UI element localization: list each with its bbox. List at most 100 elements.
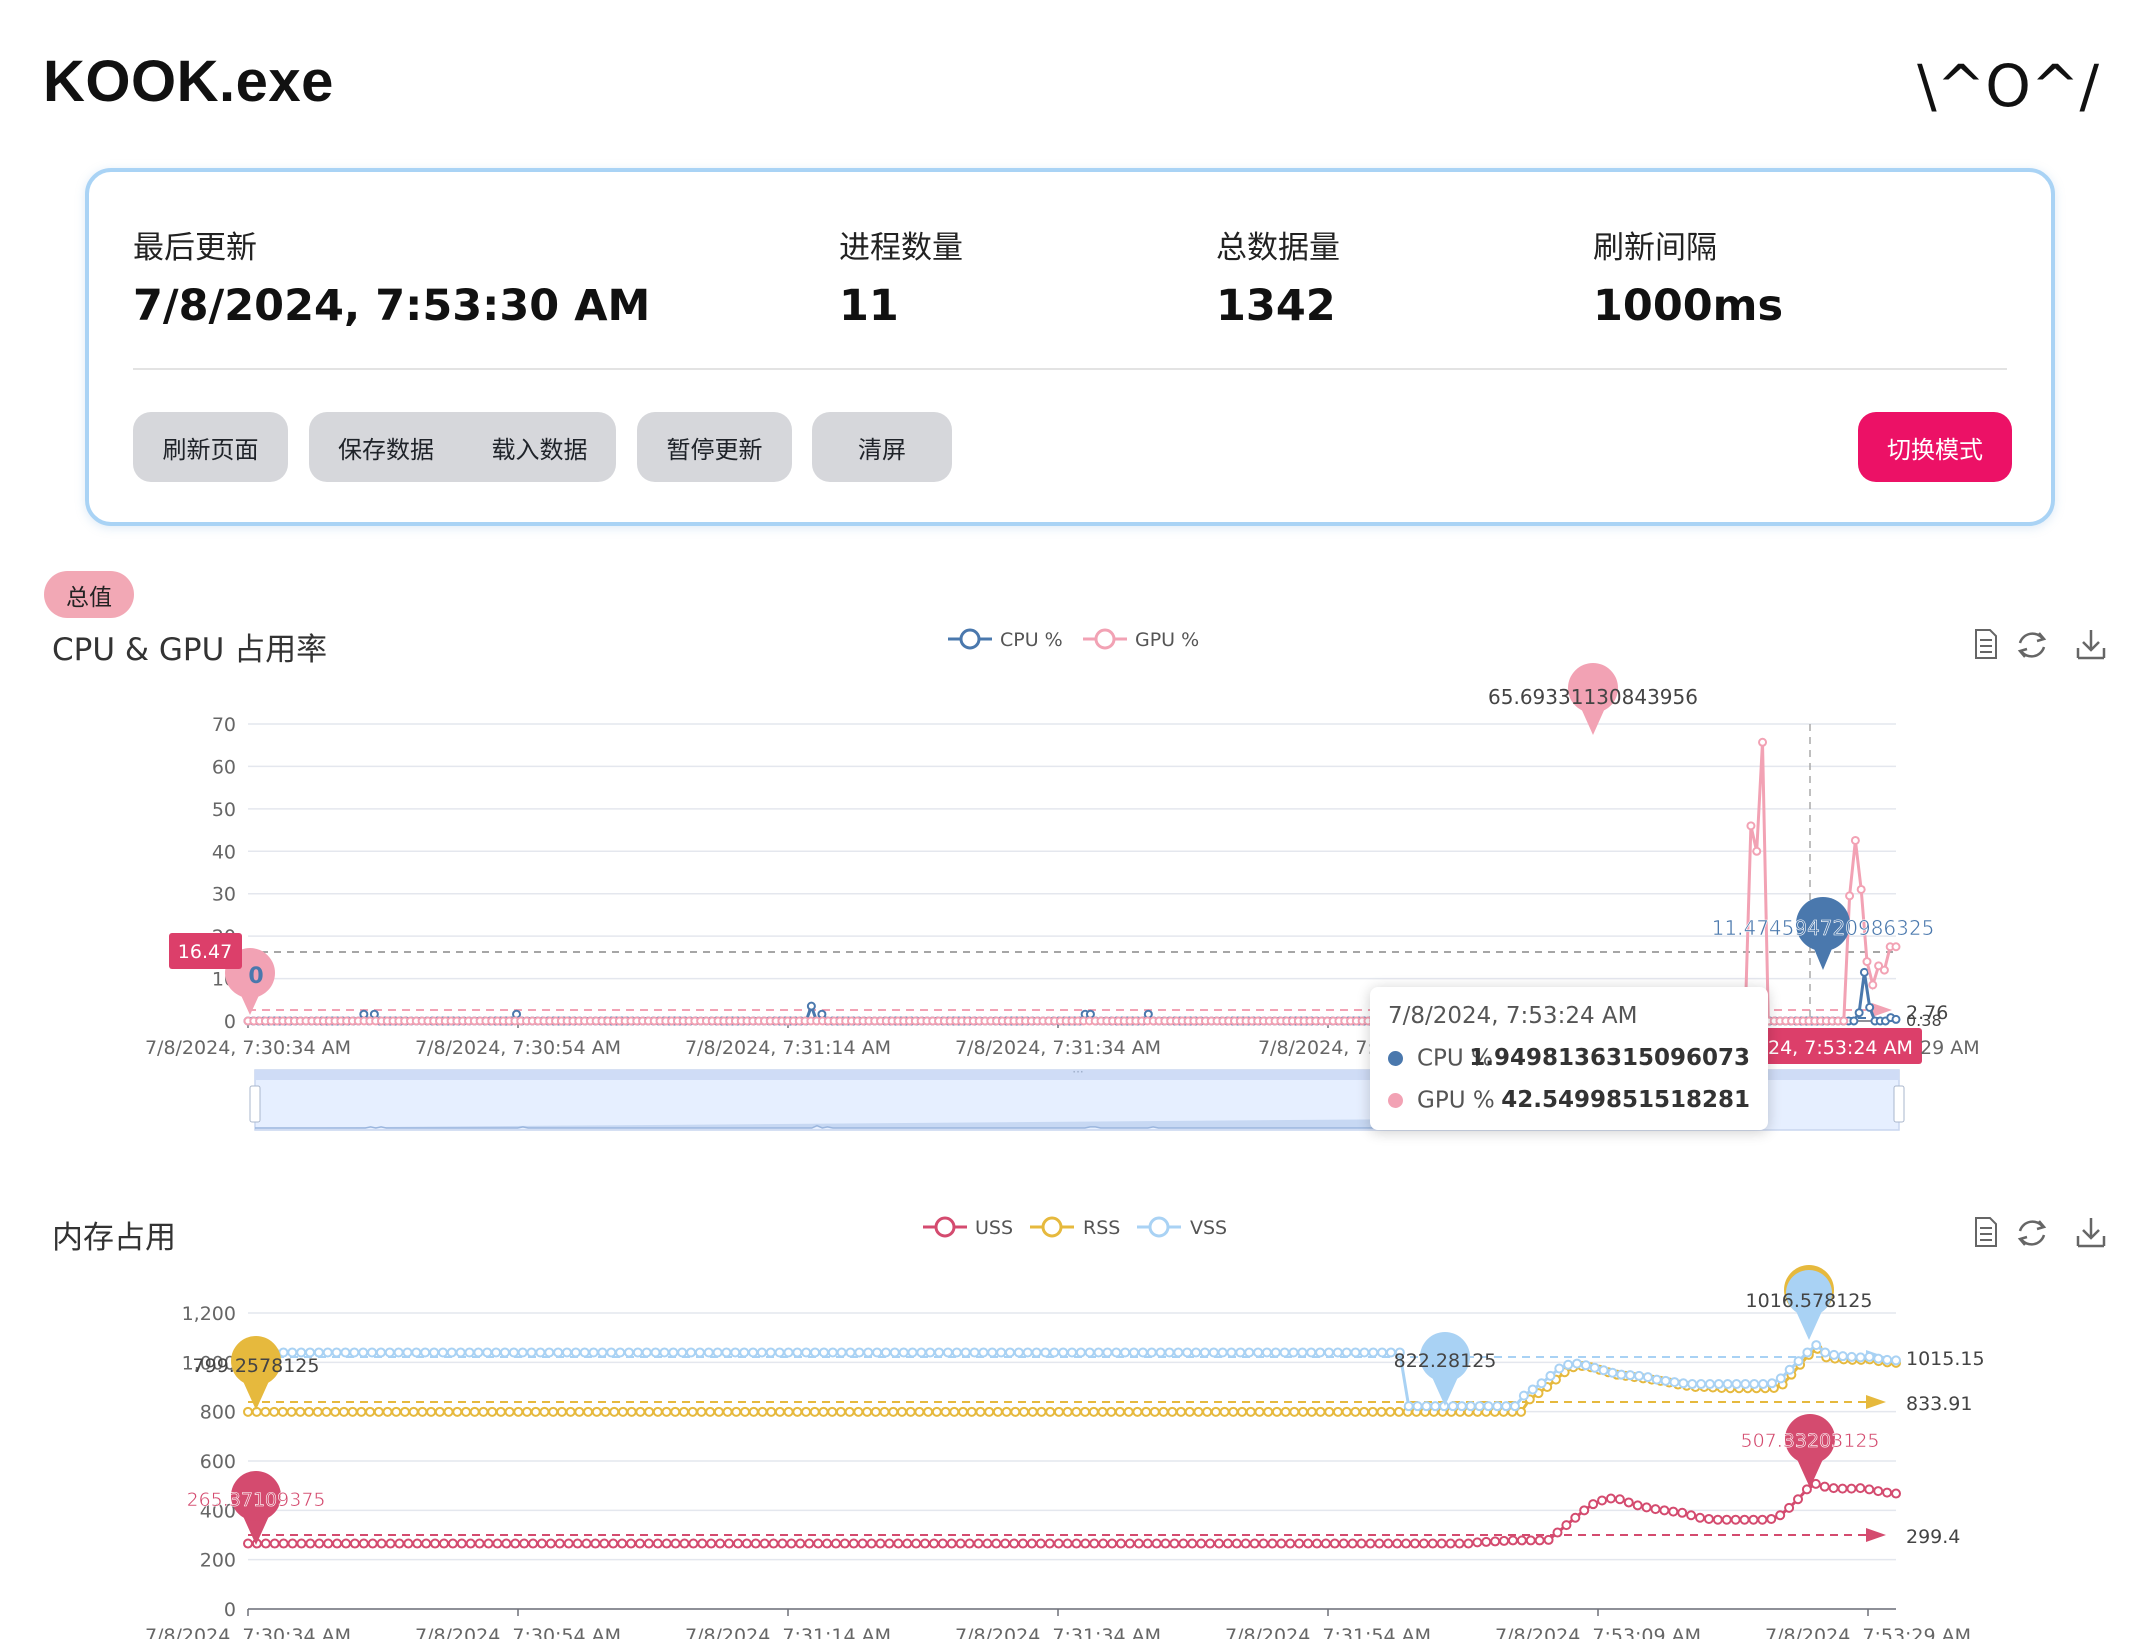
cpu-gpu-legend[interactable]: CPU % GPU %: [948, 628, 1199, 651]
data-point[interactable]: [286, 1406, 297, 1417]
data-point[interactable]: [460, 1406, 471, 1417]
data-point[interactable]: [338, 1406, 349, 1417]
data-point[interactable]: [1377, 1347, 1388, 1358]
data-point[interactable]: [572, 1538, 583, 1549]
data-point[interactable]: [384, 1347, 395, 1358]
data-point[interactable]: [1244, 1347, 1255, 1358]
data-point[interactable]: [712, 1347, 723, 1358]
data-point[interactable]: [1107, 1538, 1118, 1549]
data-point[interactable]: [473, 1347, 484, 1358]
data-point[interactable]: [367, 1347, 378, 1358]
data-point[interactable]: [1474, 1401, 1485, 1412]
data-point[interactable]: [687, 1406, 698, 1417]
data-point[interactable]: [1231, 1538, 1242, 1549]
data-point[interactable]: [804, 1538, 815, 1549]
data-point[interactable]: [522, 1406, 533, 1417]
data-point[interactable]: [960, 1347, 971, 1358]
data-point[interactable]: [295, 1406, 306, 1417]
data-point[interactable]: [412, 1538, 423, 1549]
data-point[interactable]: [561, 1347, 572, 1358]
data-point[interactable]: [946, 1538, 957, 1549]
data-point[interactable]: [1199, 1347, 1210, 1358]
data-point[interactable]: [1752, 846, 1762, 856]
data-point[interactable]: [1261, 1347, 1272, 1358]
data-point[interactable]: [394, 1538, 405, 1549]
data-point[interactable]: [1298, 1406, 1309, 1417]
data-point[interactable]: [748, 1347, 759, 1358]
data-point[interactable]: [991, 1538, 1002, 1549]
data-point[interactable]: [1160, 1538, 1171, 1549]
data-point[interactable]: [677, 1347, 688, 1358]
data-point[interactable]: [1240, 1538, 1251, 1549]
data-point[interactable]: [889, 1347, 900, 1358]
data-point[interactable]: [1338, 1538, 1349, 1549]
data-point[interactable]: [678, 1406, 689, 1417]
data-point[interactable]: [597, 1347, 608, 1358]
data-point[interactable]: [857, 1538, 868, 1549]
data-point[interactable]: [340, 1347, 351, 1358]
data-point[interactable]: [340, 1538, 351, 1549]
data-point[interactable]: [1873, 1353, 1884, 1364]
data-point[interactable]: [1793, 1494, 1804, 1505]
data-point[interactable]: [854, 1347, 865, 1358]
data-point[interactable]: [1543, 1534, 1554, 1545]
data-point[interactable]: [1839, 1016, 1849, 1026]
data-point[interactable]: [1854, 1008, 1864, 1018]
data-point[interactable]: [1205, 1538, 1216, 1549]
data-point[interactable]: [565, 1406, 576, 1417]
data-point[interactable]: [844, 1406, 855, 1417]
data-point[interactable]: [1155, 1347, 1166, 1358]
data-point[interactable]: [1191, 1347, 1202, 1358]
data-point[interactable]: [1067, 1347, 1077, 1358]
data-point[interactable]: [668, 1347, 679, 1358]
data-point[interactable]: [679, 1538, 690, 1549]
data-point[interactable]: [1098, 1538, 1109, 1549]
data-point[interactable]: [686, 1347, 697, 1358]
data-point[interactable]: [1856, 884, 1866, 894]
data-point[interactable]: [544, 1347, 555, 1358]
data-point[interactable]: [1285, 1538, 1296, 1549]
data-point[interactable]: [1167, 1406, 1178, 1417]
data-point[interactable]: [765, 1347, 776, 1358]
data-point[interactable]: [600, 1406, 611, 1417]
data-point[interactable]: [588, 1347, 599, 1358]
data-point[interactable]: [732, 1538, 743, 1549]
data-point[interactable]: [1175, 1406, 1186, 1417]
data-point[interactable]: [1071, 1538, 1082, 1549]
data-point[interactable]: [1811, 1340, 1822, 1351]
data-point[interactable]: [579, 1347, 590, 1358]
data-point[interactable]: [866, 1538, 877, 1549]
data-point[interactable]: [731, 1406, 742, 1417]
data-point[interactable]: [1365, 1538, 1376, 1549]
legend-item-uss[interactable]: USS: [923, 1216, 1013, 1239]
data-point[interactable]: [724, 1538, 735, 1549]
data-point[interactable]: [1855, 1483, 1866, 1494]
data-point[interactable]: [1846, 1483, 1857, 1494]
data-point[interactable]: [556, 1406, 567, 1417]
data-point[interactable]: [964, 1538, 975, 1549]
data-point[interactable]: [1258, 1538, 1269, 1549]
data-point[interactable]: [987, 1347, 998, 1358]
data-point[interactable]: [563, 1538, 574, 1549]
data-point[interactable]: [1392, 1538, 1403, 1549]
data-point[interactable]: [469, 1406, 480, 1417]
data-point[interactable]: [411, 1347, 422, 1358]
zoom-handle-right[interactable]: [1893, 1085, 1905, 1123]
data-point[interactable]: [1837, 1351, 1848, 1362]
data-point[interactable]: [536, 1538, 547, 1549]
data-point[interactable]: [501, 1538, 512, 1549]
data-point[interactable]: [1182, 1347, 1193, 1358]
data-point[interactable]: [1740, 1379, 1751, 1390]
data-point[interactable]: [1193, 1406, 1204, 1417]
data-point[interactable]: [1891, 942, 1901, 952]
data-point[interactable]: [554, 1538, 565, 1549]
data-point[interactable]: [483, 1538, 494, 1549]
data-point[interactable]: [287, 1538, 298, 1549]
data-point[interactable]: [1133, 1538, 1144, 1549]
data-point[interactable]: [641, 1347, 652, 1358]
data-point[interactable]: [1022, 1347, 1033, 1358]
data-point[interactable]: [795, 1538, 806, 1549]
data-point[interactable]: [1010, 1406, 1021, 1417]
data-point[interactable]: [1040, 1347, 1051, 1358]
data-point[interactable]: [1686, 1510, 1697, 1521]
